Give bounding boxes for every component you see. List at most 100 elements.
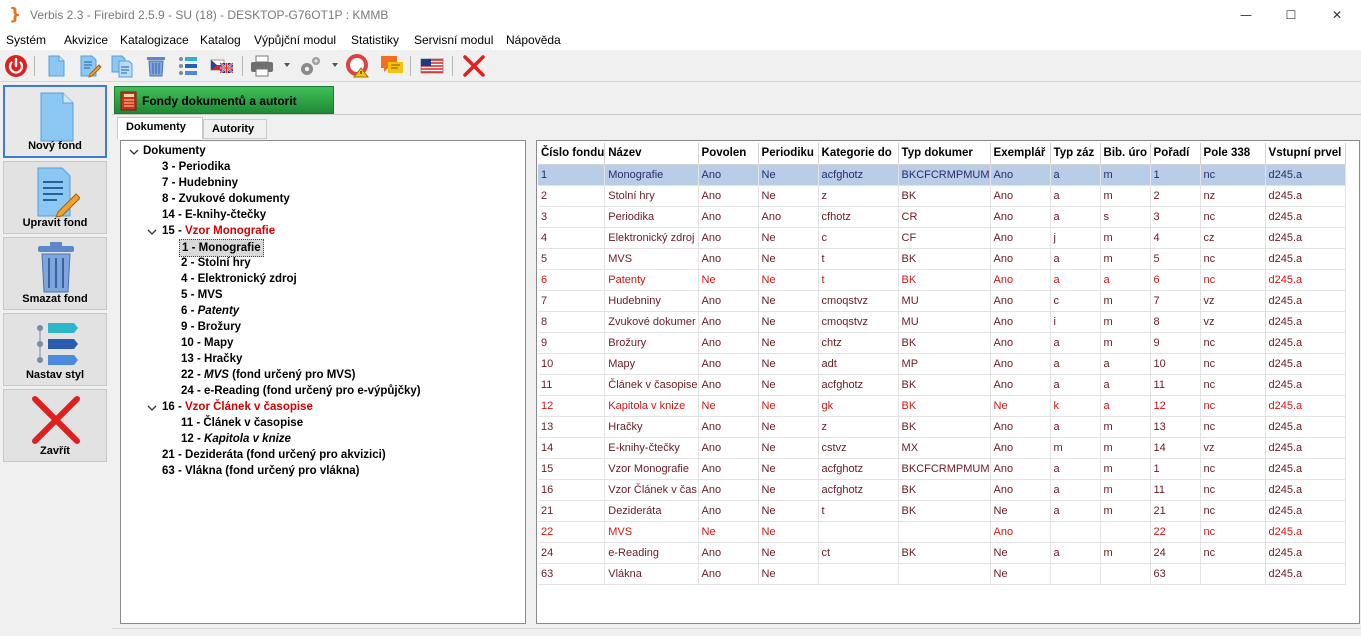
table-row[interactable]: 5 MVS Ano Ne t BK Ano a m 5 nc d245.a: [538, 248, 1346, 270]
tree-node[interactable]: 12 - Kapitola v knize: [181, 431, 291, 447]
tree-node[interactable]: 3 - Periodika: [162, 159, 230, 175]
funds-table[interactable]: Číslo fondu Název Povolen Periodiku Kategori…: [536, 140, 1360, 624]
tab-funds[interactable]: Fondy dokumentů a autorit: [114, 86, 334, 114]
tree-node[interactable]: 22 - MVS (fond určený pro MVS): [181, 367, 355, 383]
column-header[interactable]: Vstupní prvel: [1265, 143, 1346, 165]
menu-katalogizace[interactable]: Katalogizace: [120, 33, 189, 47]
menu-system[interactable]: Systém: [6, 33, 46, 47]
trash-icon[interactable]: [144, 54, 168, 78]
table-row[interactable]: 9 Brožury Ano Ne chtz BK Ano a m 9 nc d245.a: [538, 332, 1346, 354]
power-icon[interactable]: [4, 54, 28, 78]
tree-node[interactable]: 13 - Hračky: [181, 351, 242, 367]
tree-node[interactable]: 14 - E-knihy-čtečky: [162, 207, 266, 223]
set-style-button[interactable]: Nastav styl: [3, 313, 107, 386]
style-icon[interactable]: [176, 54, 200, 78]
tree-node[interactable]: 5 - MVS: [181, 287, 223, 303]
tree-node[interactable]: 2 - Stolní hry: [181, 255, 251, 271]
table-cell: acfghotz: [818, 458, 899, 480]
table-row[interactable]: 14 E-knihy-čtečky Ano Ne cstvz MX Ano m m 14 vz d24…: [538, 437, 1346, 459]
table-row[interactable]: 8 Zvukové dokumer Ano Ne cmoqstvz MU Ano i m 8 vz d…: [538, 311, 1346, 333]
table-cell: e-Reading: [604, 542, 699, 564]
table-row[interactable]: 16 Vzor Článek v čas Ano Ne acfghotz BK Ano a m 1…: [538, 479, 1346, 501]
table-row[interactable]: 22 MVS Ne Ne Ano 22 nc d245.a: [538, 521, 1346, 543]
close-button[interactable]: Zavřít: [3, 389, 107, 462]
column-header[interactable]: Typ záz: [1050, 143, 1101, 165]
fund-tree[interactable]: Dokumenty 3 - Periodika 7 - Hudebniny 8 …: [120, 140, 526, 624]
tree-node[interactable]: 24 - e-Reading (fond určený pro e-výpůjč…: [181, 383, 421, 399]
tree-node-vzor-monografie[interactable]: 15 - Vzor Monografie: [162, 223, 275, 239]
tree-node[interactable]: 21 - Dezideráta (fond určený pro akvizic…: [162, 447, 386, 463]
table-cell: a: [1100, 353, 1151, 375]
tab-documents[interactable]: Dokumenty: [117, 117, 203, 139]
new-document-icon[interactable]: [44, 54, 68, 78]
table-cell: 5: [538, 248, 606, 270]
tree-node[interactable]: 10 - Mapy: [181, 335, 233, 351]
tree-node-vzor-clanek[interactable]: 16 - Vzor Článek v časopise: [162, 399, 313, 415]
printer-dropdown-icon[interactable]: [284, 63, 290, 67]
copy-documents-icon[interactable]: [110, 54, 134, 78]
us-flag-icon[interactable]: [420, 54, 444, 78]
column-header[interactable]: Povolen: [698, 143, 759, 165]
menu-katalog[interactable]: Katalog: [200, 33, 241, 47]
tree-node[interactable]: 6 - Patenty: [181, 303, 239, 319]
new-fund-button[interactable]: Nový fond: [3, 85, 107, 158]
table-row[interactable]: 4 Elektronický zdroj Ano Ne c CF Ano j m 4 cz d245.…: [538, 227, 1346, 249]
maximize-button[interactable]: ☐: [1268, 0, 1314, 30]
minimize-button[interactable]: —: [1223, 0, 1269, 30]
funds-table-grid: Číslo fondu Název Povolen Periodiku Kategori…: [538, 143, 1346, 585]
language-flags-icon[interactable]: [210, 54, 234, 78]
edit-fund-button[interactable]: Upravit fond: [3, 161, 107, 234]
column-header[interactable]: Kategorie do: [818, 143, 899, 165]
table-row[interactable]: 21 Dezideráta Ano Ne t BK Ne a m 21 nc d245.a: [538, 500, 1346, 522]
table-row[interactable]: 1 Monografie Ano Ne acfghotz BKCFCRMPMUM Ano a m…: [538, 164, 1346, 186]
column-header[interactable]: Typ dokumer: [898, 143, 991, 165]
messages-icon[interactable]: [380, 54, 404, 78]
close-x-icon[interactable]: [462, 54, 486, 78]
table-row[interactable]: 15 Vzor Monografie Ano Ne acfghotz BKCFCRMPMU…: [538, 458, 1346, 480]
tree-node[interactable]: 11 - Článek v časopise: [181, 415, 303, 431]
tree-node[interactable]: 8 - Zvukové dokumenty: [162, 191, 290, 207]
menu-akvizice[interactable]: Akvizice: [64, 33, 108, 47]
tree-node-root[interactable]: Dokumenty: [143, 143, 206, 159]
column-header[interactable]: Periodiku: [758, 143, 819, 165]
table-row[interactable]: 7 Hudebniny Ano Ne cmoqstvz MU Ano c m 7 vz d245.a: [538, 290, 1346, 312]
column-header[interactable]: Pole 338: [1200, 143, 1266, 165]
tree-node[interactable]: 4 - Elektronický zdroj: [181, 271, 297, 287]
column-header[interactable]: Exemplář: [990, 143, 1051, 165]
settings-icon[interactable]: [298, 54, 322, 78]
menu-servisni-modul[interactable]: Servisní modul: [414, 33, 493, 47]
chevron-down-icon[interactable]: [147, 227, 157, 237]
table-cell: d245.a: [1265, 500, 1346, 522]
tree-node-name: Vzor Monografie: [185, 225, 276, 237]
menu-statistiky[interactable]: Statistiky: [351, 33, 399, 47]
close-window-button[interactable]: ✕: [1314, 0, 1360, 30]
table-row[interactable]: 2 Stolní hry Ano Ne z BK Ano a m 2 nz d245.a: [538, 185, 1346, 207]
table-cell: Brožury: [604, 332, 699, 354]
menu-vypujcni-modul[interactable]: Výpůjční modul: [254, 33, 336, 47]
printer-icon[interactable]: [250, 54, 274, 78]
delete-fund-button[interactable]: Smazat fond: [3, 237, 107, 310]
chevron-down-icon[interactable]: [147, 403, 157, 413]
table-row[interactable]: 12 Kapitola v knize Ne Ne gk BK Ne k a 12 nc d245.a: [538, 395, 1346, 417]
table-row[interactable]: 3 Periodika Ano Ano cfhotz CR Ano a s 3 nc d245.a: [538, 206, 1346, 228]
help-warning-icon[interactable]: [346, 54, 370, 78]
settings-dropdown-icon[interactable]: [332, 63, 338, 67]
column-header[interactable]: Číslo fondu: [538, 143, 606, 165]
table-row[interactable]: 6 Patenty Ne Ne t BK Ano a a 6 nc d245.a: [538, 269, 1346, 291]
table-cell: MX: [898, 437, 991, 459]
menu-napoveda[interactable]: Nápověda: [506, 33, 561, 47]
tree-node[interactable]: 7 - Hudebniny: [162, 175, 238, 191]
column-header[interactable]: Název: [604, 143, 699, 165]
tree-node[interactable]: 9 - Brožury: [181, 319, 241, 335]
chevron-down-icon[interactable]: [129, 147, 139, 157]
tab-authorities[interactable]: Autority: [203, 119, 267, 139]
table-row[interactable]: 11 Článek v časopise Ano Ne acfghotz BK Ano a a 1…: [538, 374, 1346, 396]
column-header[interactable]: Bib. úro: [1100, 143, 1151, 165]
table-row[interactable]: 63 Vlákna Ano Ne Ne 63 d245.a: [538, 563, 1346, 585]
tree-node[interactable]: 63 - Vlákna (fond určený pro vlákna): [162, 463, 359, 479]
column-header[interactable]: Pořadí: [1150, 143, 1201, 165]
table-row[interactable]: 10 Mapy Ano Ne adt MP Ano a a 10 nc d245.a: [538, 353, 1346, 375]
table-row[interactable]: 24 e-Reading Ano Ne ct BK Ne a m 24 nc d245.a: [538, 542, 1346, 564]
table-row[interactable]: 13 Hračky Ano Ne z BK Ano a m 13 nc d245.a: [538, 416, 1346, 438]
edit-document-icon[interactable]: [78, 54, 102, 78]
